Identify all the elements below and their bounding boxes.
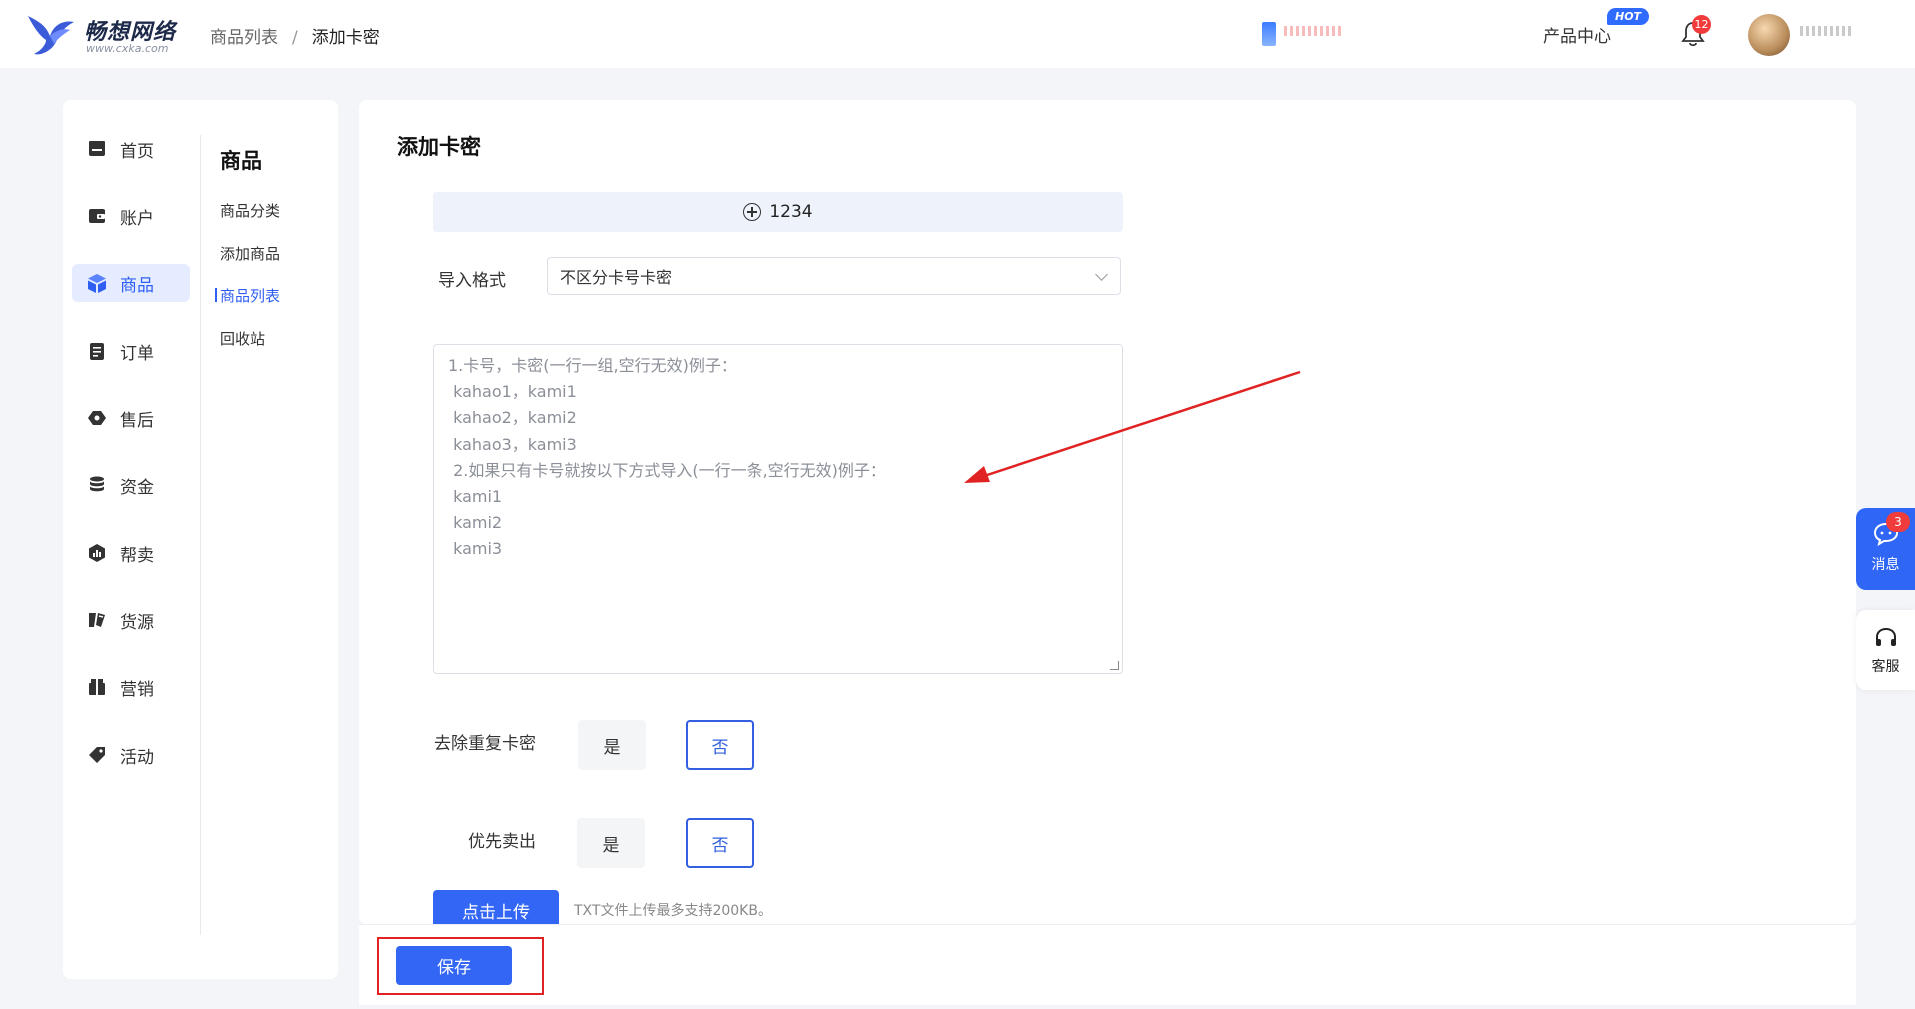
box-icon (86, 272, 108, 294)
submenu-item-categories[interactable]: 商品分类 (220, 200, 280, 221)
customer-service-label: 客服 (1871, 659, 1900, 675)
sidebar-item-activities[interactable]: 活动 (72, 736, 190, 774)
chart-icon (86, 542, 108, 564)
annotation-arrow-icon (964, 370, 1301, 483)
sidebar-divider (200, 135, 201, 935)
dedupe-no-button[interactable]: 否 (686, 720, 754, 770)
sidebar-item-funds[interactable]: 资金 (72, 466, 190, 504)
plus-circle-icon (743, 203, 762, 221)
sidebar-item-label: 售后 (120, 410, 154, 431)
shop-name-redacted (1284, 26, 1344, 36)
headset-icon (1875, 627, 1896, 646)
resize-handle-icon[interactable] (1110, 661, 1119, 670)
dedupe-label: 去除重复卡密 (434, 734, 536, 754)
sidebar-item-label: 首页 (120, 141, 154, 162)
placeholder-line: kami2 (448, 513, 503, 533)
placeholder-line: kami3 (448, 539, 503, 559)
top-header: 畅想网络 www.cxka.com 商品列表 / 添加卡密 产品中心 HOT 12 (0, 0, 1915, 68)
sidebar-item-label: 活动 (120, 747, 154, 768)
sidebar-item-marketing[interactable]: 营销 (72, 668, 190, 706)
hot-badge: HOT (1607, 8, 1650, 25)
aftersale-icon (86, 407, 108, 429)
add-card-label: 1234 (769, 202, 813, 222)
avatar[interactable] (1748, 14, 1790, 56)
import-format-value: 不区分卡号卡密 (560, 268, 673, 287)
breadcrumb-item-product-list[interactable]: 商品列表 (210, 28, 278, 48)
sidebar-item-label: 商品 (120, 275, 154, 296)
sidebar-item-label: 营销 (120, 679, 154, 700)
submenu-title: 商品 (220, 149, 262, 173)
footer-bar (359, 924, 1856, 1005)
priority-sell-label: 优先卖出 (468, 832, 536, 852)
chevron-down-icon (1095, 268, 1108, 281)
brand-url: www.cxka.com (86, 42, 169, 55)
breadcrumb: 商品列表 / 添加卡密 (210, 23, 380, 48)
sidebar-item-label: 订单 (120, 343, 154, 364)
submenu-item-add-product[interactable]: 添加商品 (220, 243, 280, 264)
sidebar-item-home[interactable]: 首页 (72, 130, 190, 168)
sidebar-item-label: 货源 (120, 612, 154, 633)
sidebar-item-label: 账户 (120, 208, 154, 229)
sidebar-item-label: 资金 (120, 477, 154, 498)
sidebar-item-label: 帮卖 (120, 545, 154, 566)
tag-icon (86, 744, 108, 766)
shop-switcher[interactable] (1262, 20, 1344, 46)
save-button[interactable]: 保存 (396, 946, 512, 985)
bird-logo-icon[interactable] (26, 12, 76, 56)
sidebar-item-aftersale[interactable]: 售后 (72, 399, 190, 437)
source-icon (86, 609, 108, 631)
home-icon (86, 138, 108, 160)
order-icon (86, 340, 108, 362)
message-label: 消息 (1871, 557, 1900, 573)
sidebar-item-sources[interactable]: 货源 (72, 601, 190, 639)
upload-hint: TXT文件上传最多支持200KB。 (574, 903, 772, 919)
product-center-link[interactable]: 产品中心 (1543, 22, 1611, 47)
wallet-icon (86, 205, 108, 227)
import-format-select[interactable]: 不区分卡号卡密 (547, 257, 1121, 295)
submenu-item-recycle-bin[interactable]: 回收站 (220, 328, 265, 349)
sidebar-item-orders[interactable]: 订单 (72, 332, 190, 370)
user-name-redacted[interactable] (1800, 26, 1852, 36)
priority-no-button[interactable]: 否 (686, 818, 754, 868)
submenu-item-product-list[interactable]: 商品列表 (214, 285, 280, 306)
dedupe-yes-button[interactable]: 是 (578, 720, 646, 770)
page-title: 添加卡密 (397, 135, 481, 159)
sidebar-item-products[interactable]: 商品 (72, 264, 190, 302)
breadcrumb-item-current: 添加卡密 (311, 28, 380, 48)
add-card-bar[interactable]: 1234 (433, 192, 1123, 232)
priority-yes-button[interactable]: 是 (577, 818, 645, 868)
customer-service-float-button[interactable]: 客服 (1856, 610, 1915, 690)
message-count-badge: 3 (1886, 512, 1910, 532)
placeholder-line: kami1 (448, 487, 503, 507)
notification-count-badge: 12 (1692, 15, 1711, 34)
sidebar-item-help-sell[interactable]: 帮卖 (72, 534, 190, 572)
marketing-icon (86, 676, 108, 698)
coins-icon (86, 474, 108, 496)
import-format-label: 导入格式 (438, 271, 506, 291)
breadcrumb-separator: / (292, 28, 298, 48)
sidebar-item-account[interactable]: 账户 (72, 197, 190, 235)
shop-icon (1262, 22, 1276, 46)
